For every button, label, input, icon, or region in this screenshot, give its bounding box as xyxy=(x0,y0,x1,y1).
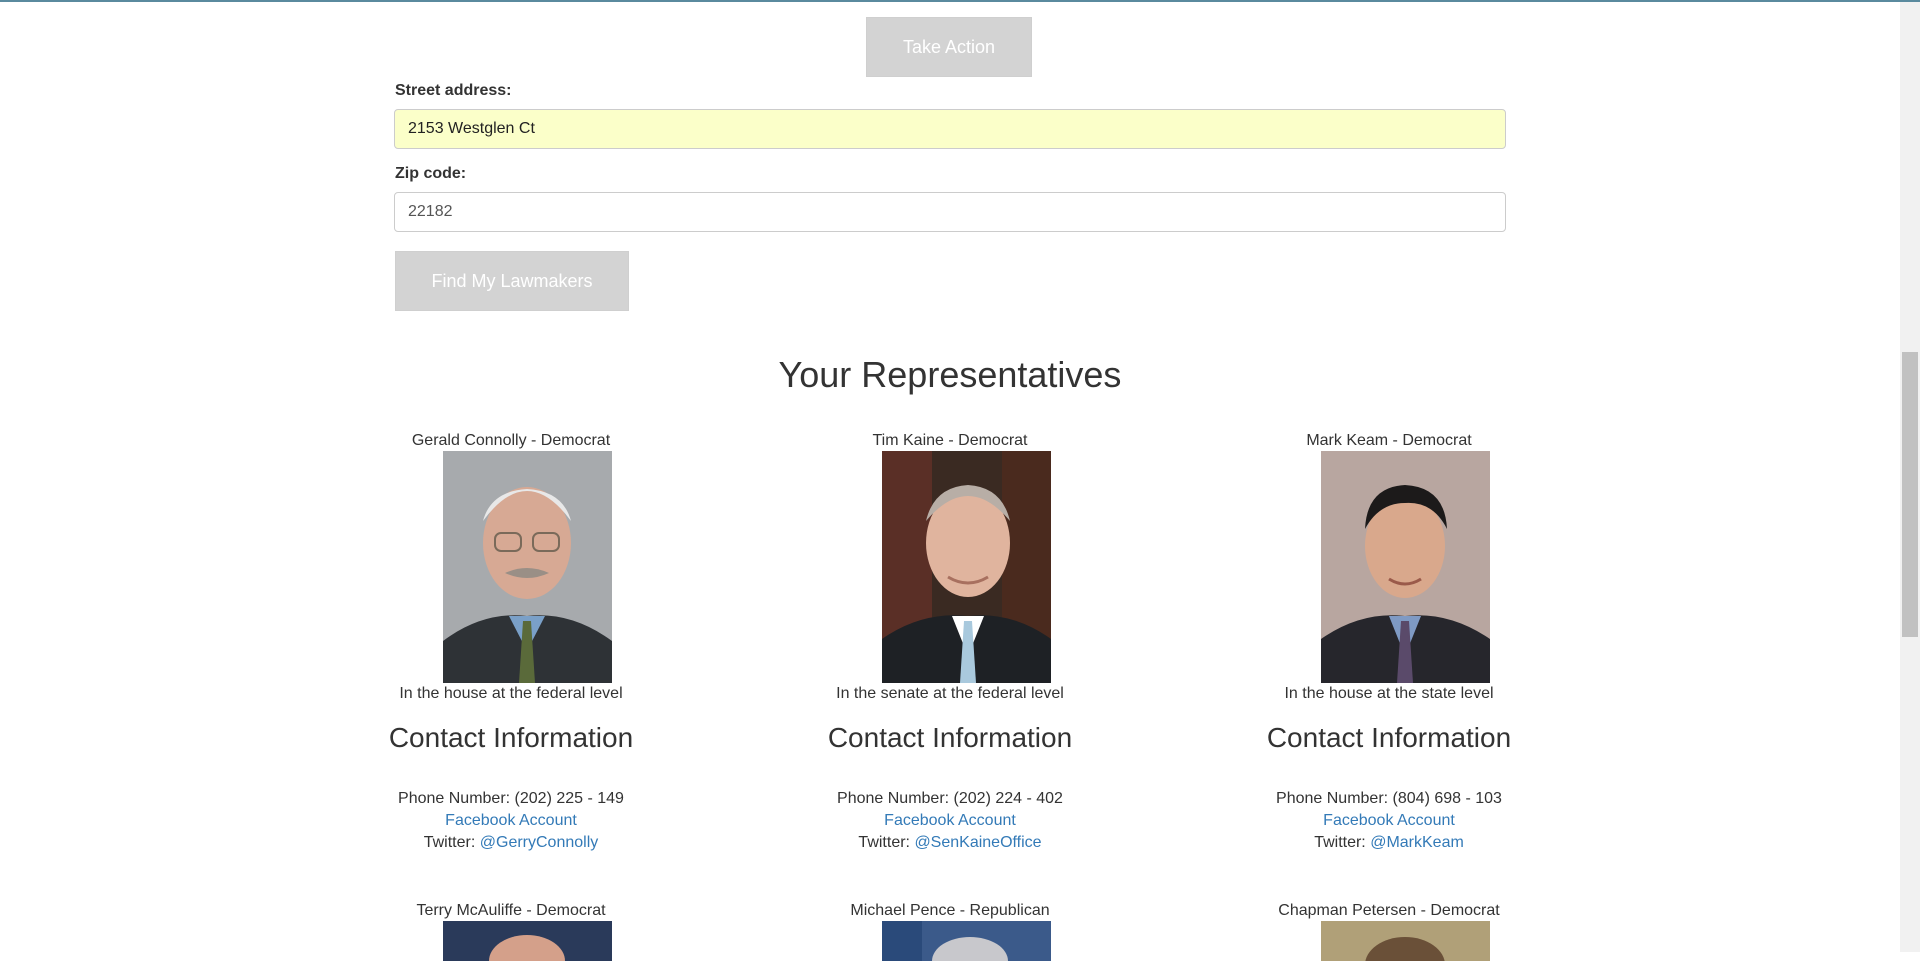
rep-name: Michael Pence - Republican xyxy=(850,902,1050,919)
phone-number: (804) 698 - 103 xyxy=(1392,790,1502,807)
rep-photo xyxy=(443,451,612,683)
rep-name: Chapman Petersen - Democrat xyxy=(1278,902,1500,919)
rep-level: In the house at the state level xyxy=(1284,685,1494,702)
twitter-link[interactable]: @SenKaineOffice xyxy=(914,834,1041,851)
street-address-label: Street address: xyxy=(395,82,512,99)
phone-number: (202) 225 - 149 xyxy=(514,790,624,807)
twitter-link[interactable]: @MarkKeam xyxy=(1370,834,1464,851)
twitter-link[interactable]: @GerryConnolly xyxy=(480,834,599,851)
rep-facebook: Facebook Account xyxy=(1239,812,1539,830)
phone-label: Phone Number: xyxy=(1276,790,1389,807)
rep-twitter: Twitter: @GerryConnolly xyxy=(361,834,661,852)
rep-facebook: Facebook Account xyxy=(361,812,661,830)
twitter-label: Twitter: xyxy=(1314,834,1366,851)
rep-phone: Phone Number: (804) 698 - 103 xyxy=(1239,790,1539,808)
rep-phone: Phone Number: (202) 225 - 149 xyxy=(361,790,661,808)
phone-number: (202) 224 - 402 xyxy=(953,790,1063,807)
page-scrollbar[interactable] xyxy=(1900,2,1920,952)
rep-name: Tim Kaine - Democrat xyxy=(872,432,1028,449)
rep-phone: Phone Number: (202) 224 - 402 xyxy=(800,790,1100,808)
rep-facebook: Facebook Account xyxy=(800,812,1100,830)
scrollbar-thumb[interactable] xyxy=(1902,352,1918,637)
facebook-link[interactable]: Facebook Account xyxy=(445,812,577,829)
rep-photo xyxy=(882,921,1051,961)
find-my-lawmakers-button[interactable]: Find My Lawmakers xyxy=(395,251,629,311)
phone-label: Phone Number: xyxy=(837,790,950,807)
zip-code-input[interactable]: 22182 xyxy=(394,192,1506,232)
facebook-link[interactable]: Facebook Account xyxy=(884,812,1016,829)
rep-level: In the house at the federal level xyxy=(399,685,623,702)
rep-level: In the senate at the federal level xyxy=(836,685,1064,702)
take-action-button[interactable]: Take Action xyxy=(866,17,1032,77)
rep-name: Gerald Connolly - Democrat xyxy=(411,432,611,449)
facebook-link[interactable]: Facebook Account xyxy=(1323,812,1455,829)
rep-photo xyxy=(1321,451,1490,683)
rep-name: Terry McAuliffe - Democrat xyxy=(416,902,606,919)
rep-twitter: Twitter: @SenKaineOffice xyxy=(800,834,1100,852)
section-title: Your Representatives xyxy=(778,354,1122,395)
twitter-label: Twitter: xyxy=(423,834,476,851)
rep-twitter: Twitter: @MarkKeam xyxy=(1239,834,1539,852)
rep-photo xyxy=(882,451,1051,683)
contact-info-heading: Contact Information xyxy=(827,722,1073,753)
rep-photo xyxy=(443,921,612,961)
rep-photo xyxy=(1321,921,1490,961)
contact-info-heading: Contact Information xyxy=(388,722,634,753)
phone-label: Phone Number: xyxy=(398,790,511,807)
contact-info-heading: Contact Information xyxy=(1266,722,1512,753)
rep-name: Mark Keam - Democrat xyxy=(1306,432,1472,449)
zip-code-label: Zip code: xyxy=(395,165,467,182)
street-address-input[interactable]: 2153 Westglen Ct xyxy=(394,109,1506,149)
twitter-label: Twitter: xyxy=(858,834,910,851)
